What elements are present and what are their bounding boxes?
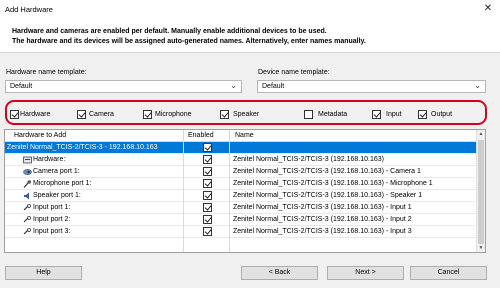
input-icon — [23, 216, 31, 224]
cancel-button[interactable]: Cancel — [410, 266, 487, 280]
chevron-down-icon: ⌄ — [230, 81, 237, 90]
close-icon[interactable]: ✕ — [482, 3, 494, 15]
hardware-icon — [23, 156, 32, 164]
row-device-name[interactable]: Zenitel Normal_TCIS-2/TCIS-3 (192.168.10… — [233, 216, 412, 223]
table-row[interactable]: Microphone port 1: Zenitel Normal_TCIS-2/… — [5, 178, 478, 190]
row-enabled-checkbox[interactable] — [203, 215, 212, 224]
column-header-enabled[interactable]: Enabled — [188, 132, 214, 139]
row-device-name[interactable]: Zenitel Normal_TCIS-2/TCIS-3 (192.168.10… — [233, 168, 421, 175]
instructions-line-2: The hardware and its devices will be ass… — [12, 38, 366, 45]
filter-label-microphone: Microphone — [155, 111, 192, 118]
table-row[interactable]: Input port 1: Zenitel Normal_TCIS-2/TCIS-… — [5, 202, 478, 214]
chevron-down-icon: ⌄ — [474, 81, 481, 90]
row-device-label: Input port 2: — [33, 216, 71, 223]
filter-label-output: Output — [431, 111, 453, 118]
table-row[interactable]: Camera port 1: Zenitel Normal_TCIS-2/TCIS… — [5, 166, 478, 178]
filter-label-metadata: Metadata — [318, 111, 348, 118]
scroll-down-icon[interactable]: ▼ — [477, 244, 485, 252]
filter-checkbox-metadata[interactable] — [304, 110, 313, 119]
row-device-name[interactable]: Zenitel Normal_TCIS-2/TCIS-3 (192.168.10… — [233, 204, 412, 211]
row-enabled-checkbox[interactable] — [203, 143, 212, 152]
row-enabled-checkbox[interactable] — [203, 167, 212, 176]
row-enabled-checkbox[interactable] — [203, 191, 212, 200]
table-row[interactable]: Speaker port 1: Zenitel Normal_TCIS-2/TCI… — [5, 190, 478, 202]
filter-label-input: Input — [386, 111, 402, 118]
grid-header: Hardware to Add Enabled Name — [5, 130, 478, 142]
row-device-label: Speaker port 1: — [33, 192, 81, 199]
table-row[interactable]: Zenitel Normal_TCIS-2/TCIS-3 - 192.168.1… — [5, 142, 478, 154]
camera-icon — [23, 168, 32, 176]
filter-label-hardware: Hardware — [20, 111, 51, 118]
device-template-value: Default — [262, 83, 285, 90]
vertical-scrollbar[interactable]: ▲ ▼ — [476, 130, 485, 252]
row-device-label: Input port 1: — [33, 204, 71, 211]
instructions-line-1: Hardware and cameras are enabled per def… — [12, 28, 327, 35]
table-row[interactable]: Input port 3: Zenitel Normal_TCIS-2/TCIS-… — [5, 226, 478, 238]
row-device-label: Hardware: — [33, 156, 66, 163]
row-enabled-checkbox[interactable] — [203, 227, 212, 236]
filter-checkbox-microphone[interactable] — [143, 110, 152, 119]
back-button[interactable]: < Back — [241, 266, 318, 280]
hardware-template-value: Default — [10, 83, 33, 90]
row-device-name[interactable]: Zenitel Normal_TCIS-2/TCIS-3 (192.168.10… — [233, 156, 384, 163]
next-button[interactable]: Next > — [327, 266, 404, 280]
scroll-thumb[interactable] — [478, 140, 484, 244]
help-button[interactable]: Help — [5, 266, 82, 280]
row-enabled-checkbox[interactable] — [203, 203, 212, 212]
table-row[interactable]: Input port 2: Zenitel Normal_TCIS-2/TCIS-… — [5, 214, 478, 226]
filter-label-camera: Camera — [89, 111, 114, 118]
filter-label-speaker: Speaker — [233, 111, 260, 118]
device-template-select[interactable]: Default ⌄ — [257, 80, 486, 93]
hardware-grid: Hardware to Add Enabled Name Zenitel Nor… — [4, 129, 486, 253]
window-title: Add Hardware — [5, 5, 53, 14]
input-icon — [23, 204, 31, 212]
column-header-name[interactable]: Name — [235, 132, 254, 139]
row-enabled-checkbox[interactable] — [203, 179, 212, 188]
hardware-template-select[interactable]: Default ⌄ — [5, 80, 242, 93]
row-device-name[interactable]: Zenitel Normal_TCIS-2/TCIS-3 (192.168.10… — [233, 180, 433, 187]
filter-checkbox-input[interactable] — [372, 110, 381, 119]
row-device-label: Microphone port 1: — [33, 180, 92, 187]
table-row[interactable]: Hardware: Zenitel Normal_TCIS-2/TCIS-3 (1… — [5, 154, 478, 166]
scroll-up-icon[interactable]: ▲ — [477, 130, 485, 138]
column-header-hardware[interactable]: Hardware to Add — [14, 132, 66, 139]
column-divider — [229, 130, 230, 252]
row-device-label: Zenitel Normal_TCIS-2/TCIS-3 - 192.168.1… — [7, 144, 158, 151]
hardware-template-label: Hardware name template: — [6, 69, 87, 76]
filter-checkbox-output[interactable] — [418, 110, 427, 119]
filter-checkbox-hardware[interactable] — [10, 110, 19, 119]
microphone-icon — [23, 180, 31, 188]
device-template-label: Device name template: — [258, 69, 330, 76]
row-device-name[interactable]: Zenitel Normal_TCIS-2/TCIS-3 (192.168.10… — [233, 192, 422, 199]
instructions-header: Hardware and cameras are enabled per def… — [0, 19, 500, 53]
speaker-icon — [23, 192, 31, 200]
column-divider — [183, 130, 184, 252]
title-bar: Add Hardware ✕ — [0, 0, 500, 19]
row-device-name[interactable]: Zenitel Normal_TCIS-2/TCIS-3 (192.168.10… — [233, 228, 412, 235]
row-device-label: Camera port 1: — [33, 168, 80, 175]
row-enabled-checkbox[interactable] — [203, 155, 212, 164]
filter-checkbox-camera[interactable] — [77, 110, 86, 119]
filter-checkbox-speaker[interactable] — [220, 110, 229, 119]
input-icon — [23, 228, 31, 236]
row-device-label: Input port 3: — [33, 228, 71, 235]
